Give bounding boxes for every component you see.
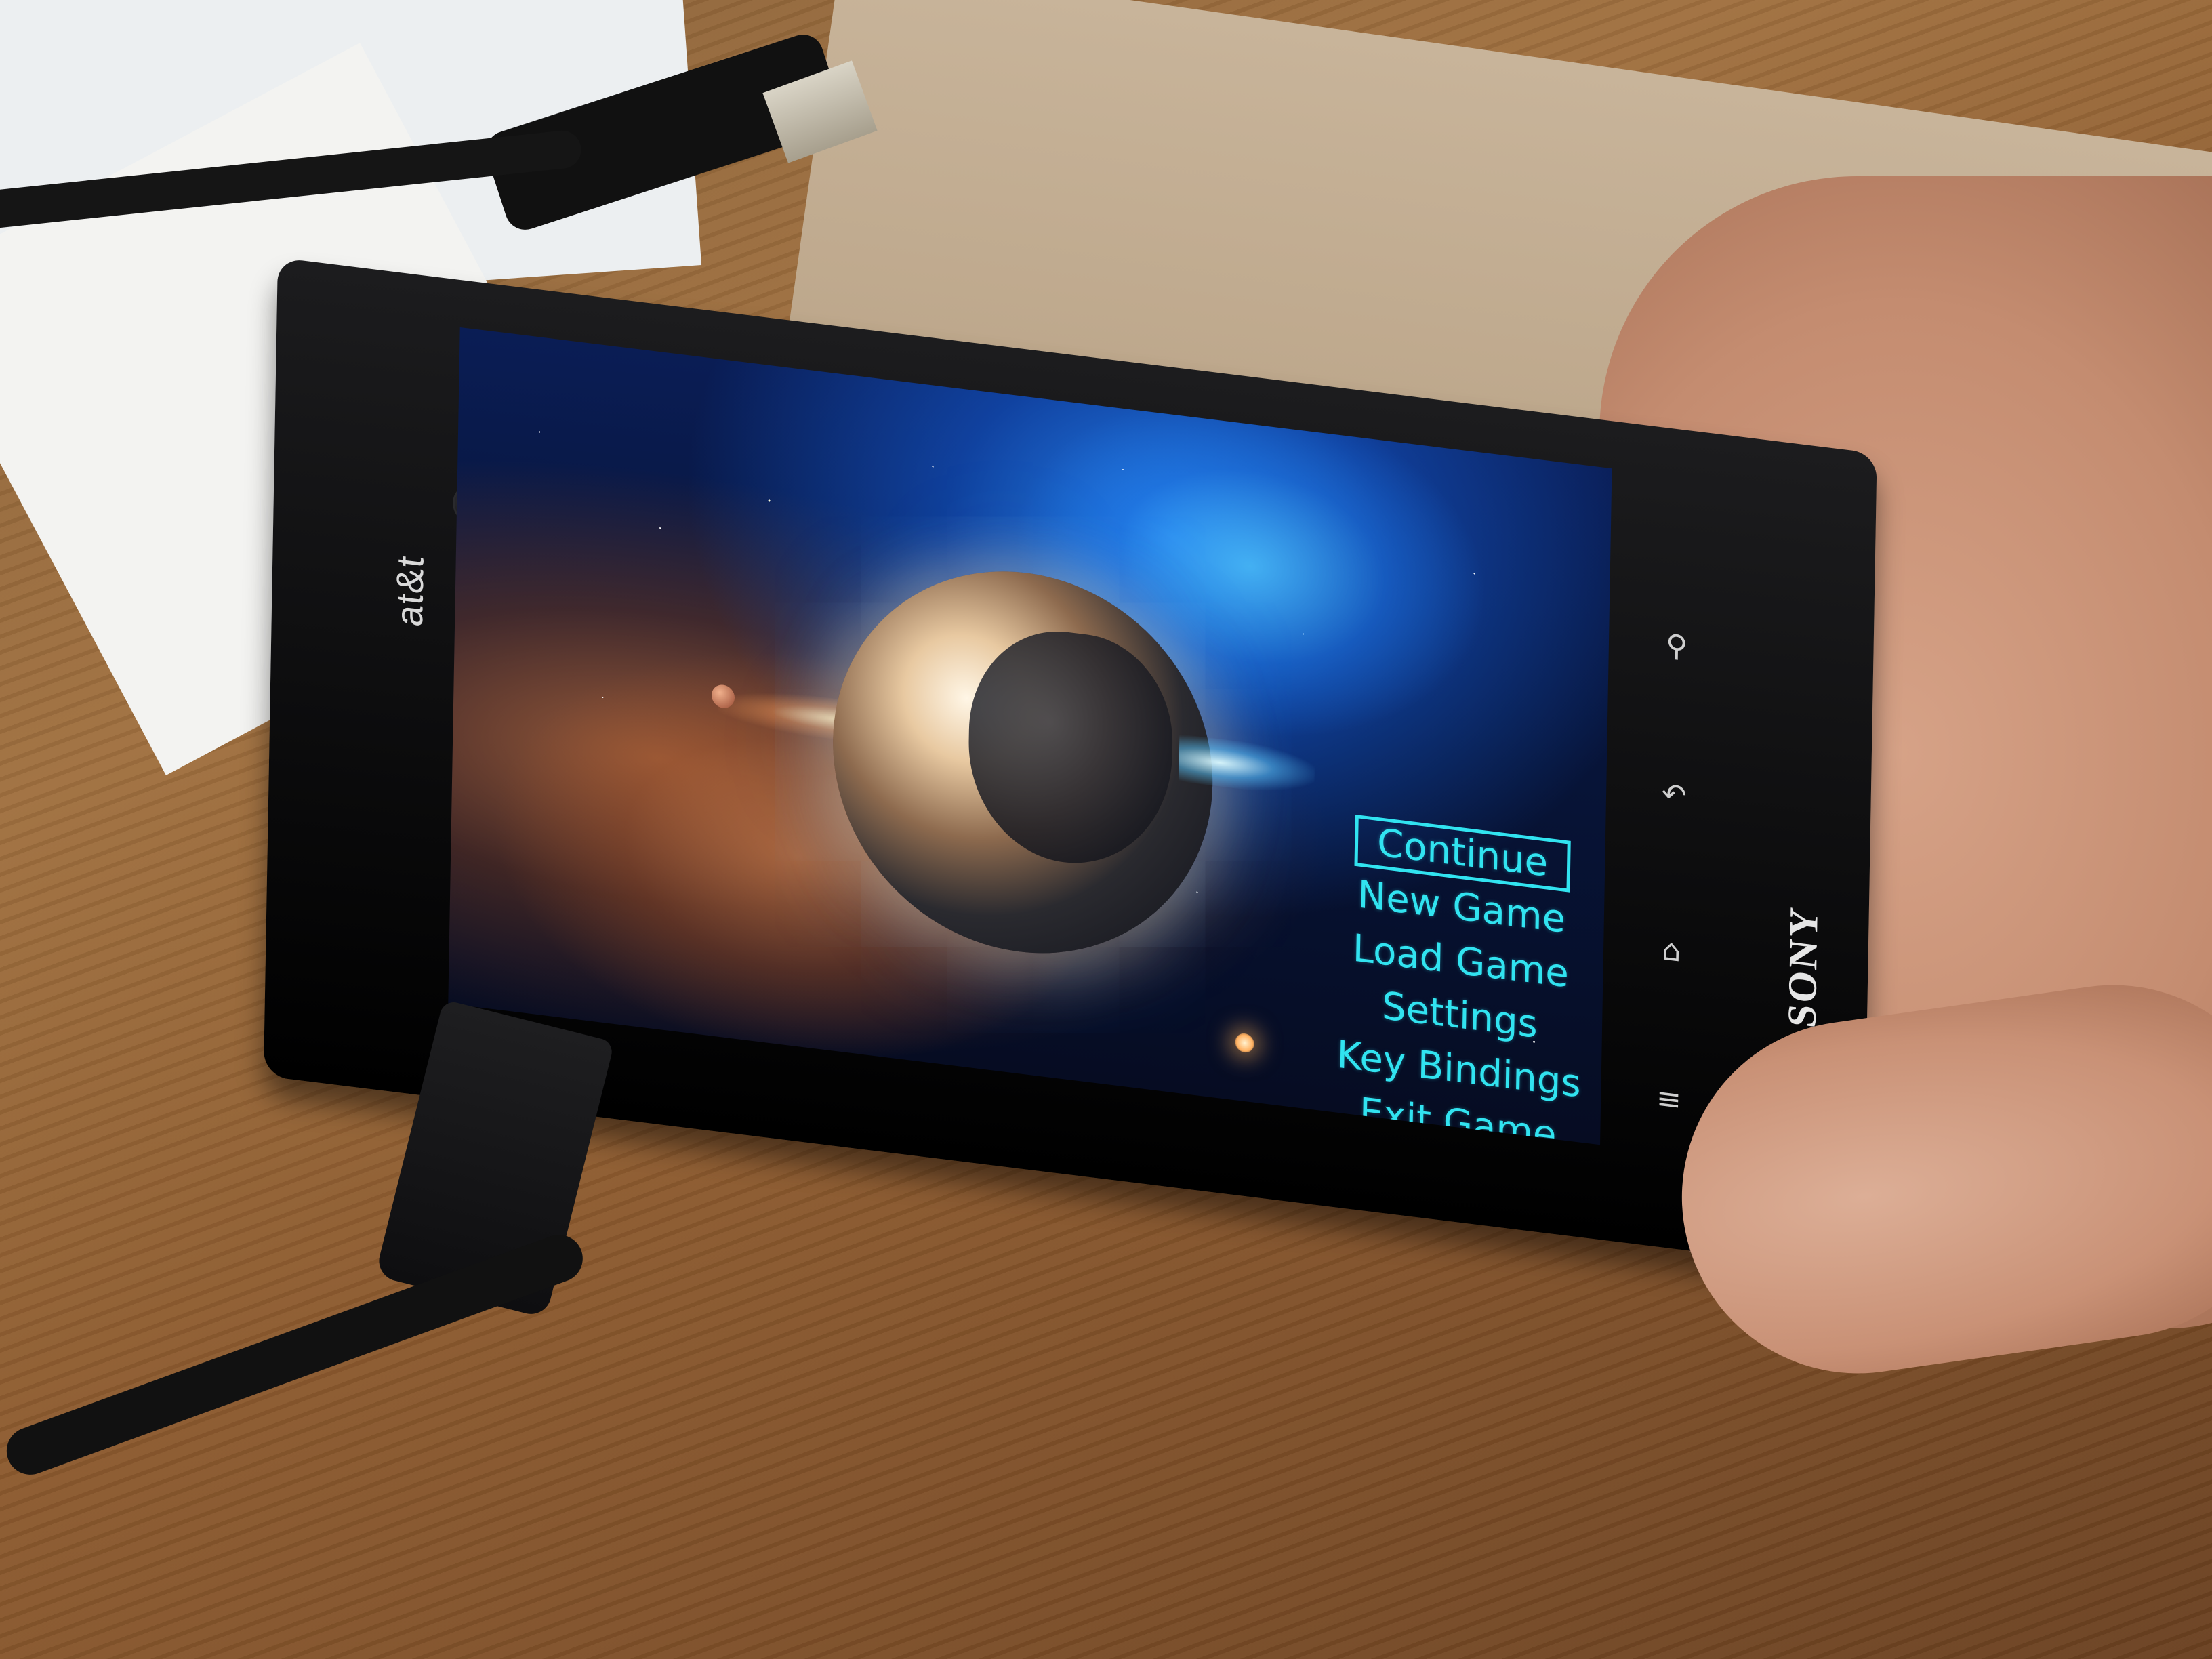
game-screen: Continue New Game Load Game Settings Key… — [448, 327, 1612, 1145]
manufacturer-logo: SONY — [1779, 903, 1826, 1030]
home-icon[interactable]: ⌂ — [1651, 928, 1692, 973]
photo-scene: at&t Continue New Game Load Game Setting… — [0, 0, 2212, 1659]
back-icon[interactable]: ↶ — [1654, 772, 1695, 817]
menu-icon[interactable]: ≡ — [1648, 1076, 1689, 1122]
search-icon[interactable]: ⚲ — [1656, 623, 1698, 668]
main-menu: Continue New Game Load Game Settings Key… — [1309, 811, 1612, 1145]
planet-dark-landmass — [966, 620, 1174, 876]
carrier-logo: at&t — [387, 553, 432, 629]
